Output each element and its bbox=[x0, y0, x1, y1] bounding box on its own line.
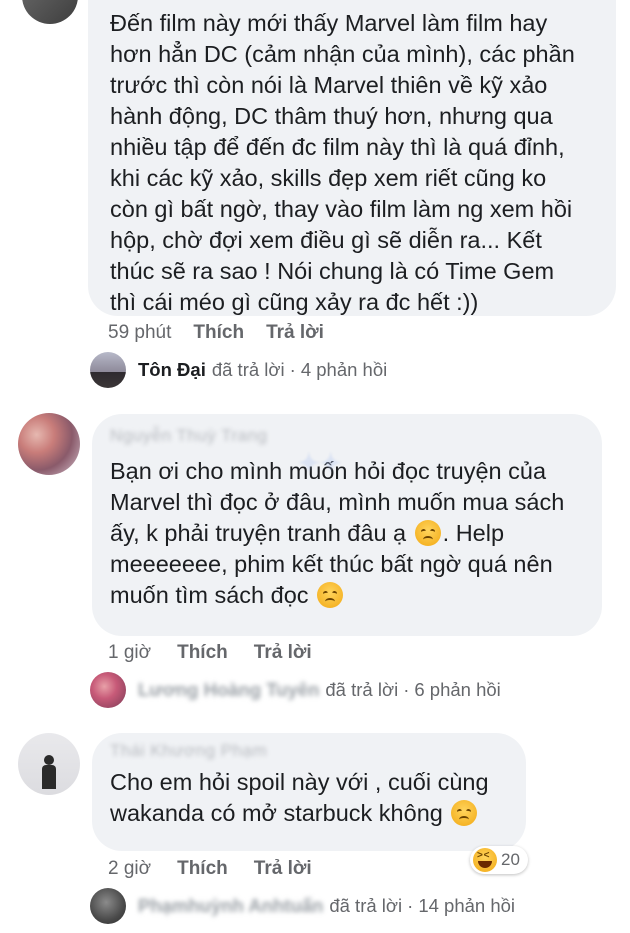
comment-time[interactable]: 59 phút bbox=[108, 322, 171, 344]
replied-text: đã trả lời bbox=[329, 895, 403, 916]
reply-button[interactable]: Trả lời bbox=[254, 642, 312, 664]
avatar[interactable] bbox=[22, 0, 78, 24]
disappointed-face-icon bbox=[317, 582, 344, 608]
replier-name[interactable]: Tôn Đại bbox=[138, 359, 206, 381]
separator-dot: · bbox=[403, 679, 410, 700]
comment-text: Đến film này mới thấy Marvel làm film ha… bbox=[110, 10, 575, 315]
comment-bubble: Đến film này mới thấy Marvel làm film ha… bbox=[88, 0, 616, 316]
like-button[interactable]: Thích bbox=[177, 642, 228, 664]
comment-author[interactable]: Nguyễn Thuỳ Trang bbox=[110, 426, 582, 446]
separator-dot: · bbox=[407, 895, 414, 916]
reaction-count: 20 bbox=[501, 850, 520, 869]
disappointed-face-icon bbox=[451, 800, 478, 826]
view-replies-link[interactable]: Phạmhuỳnh Anhtuấn đã trả lời · 14 phản h… bbox=[90, 888, 515, 924]
haha-reaction-icon bbox=[473, 848, 497, 872]
avatar[interactable] bbox=[18, 413, 80, 475]
comment-author[interactable]: Thái Khương Phạm bbox=[110, 741, 508, 761]
like-button[interactable]: Thích bbox=[193, 322, 244, 344]
replied-text: đã trả lời bbox=[325, 679, 399, 700]
person-silhouette-body bbox=[42, 765, 56, 789]
replier-name[interactable]: Lương Hoàng Tuyên bbox=[138, 679, 319, 701]
avatar bbox=[90, 888, 126, 924]
reaction-summary[interactable]: 20 bbox=[470, 846, 528, 874]
comment-actions: 59 phút Thích Trả lời bbox=[108, 322, 324, 344]
comment-text: Cho em hỏi spoil này với , cuối cùng wak… bbox=[110, 769, 489, 826]
avatar[interactable] bbox=[18, 733, 80, 795]
person-silhouette-icon bbox=[44, 755, 54, 765]
like-button[interactable]: Thích bbox=[177, 858, 228, 880]
separator-dot: · bbox=[289, 359, 296, 380]
watermark: ✦✦ bbox=[298, 448, 342, 478]
disappointed-face-icon bbox=[414, 520, 441, 546]
view-replies-link[interactable]: Tôn Đại đã trả lời · 4 phản hồi bbox=[90, 352, 387, 388]
reply-count: 4 phản hồi bbox=[300, 359, 388, 380]
comment-time[interactable]: 2 giờ bbox=[108, 858, 151, 880]
comment-time[interactable]: 1 giờ bbox=[108, 642, 151, 664]
avatar bbox=[90, 352, 126, 388]
replier-name[interactable]: Phạmhuỳnh Anhtuấn bbox=[138, 895, 323, 917]
comment-bubble: Nguyễn Thuỳ Trang Bạn ơi cho mình muốn h… bbox=[92, 414, 602, 636]
avatar bbox=[90, 672, 126, 708]
replied-text: đã trả lời bbox=[211, 359, 285, 380]
view-replies-link[interactable]: Lương Hoàng Tuyên đã trả lời · 6 phản hồ… bbox=[90, 672, 501, 708]
comment-bubble: Thái Khương Phạm Cho em hỏi spoil này vớ… bbox=[92, 733, 526, 851]
reply-count: 14 phản hồi bbox=[418, 895, 516, 916]
reply-button[interactable]: Trả lời bbox=[266, 322, 324, 344]
reply-count: 6 phản hồi bbox=[414, 679, 501, 700]
comment-actions: 2 giờ Thích Trả lời bbox=[108, 858, 312, 880]
comment-actions: 1 giờ Thích Trả lời bbox=[108, 642, 312, 664]
reply-button[interactable]: Trả lời bbox=[254, 858, 312, 880]
comment-text: Bạn ơi cho mình muốn hỏi đọc truyện của … bbox=[110, 458, 565, 608]
